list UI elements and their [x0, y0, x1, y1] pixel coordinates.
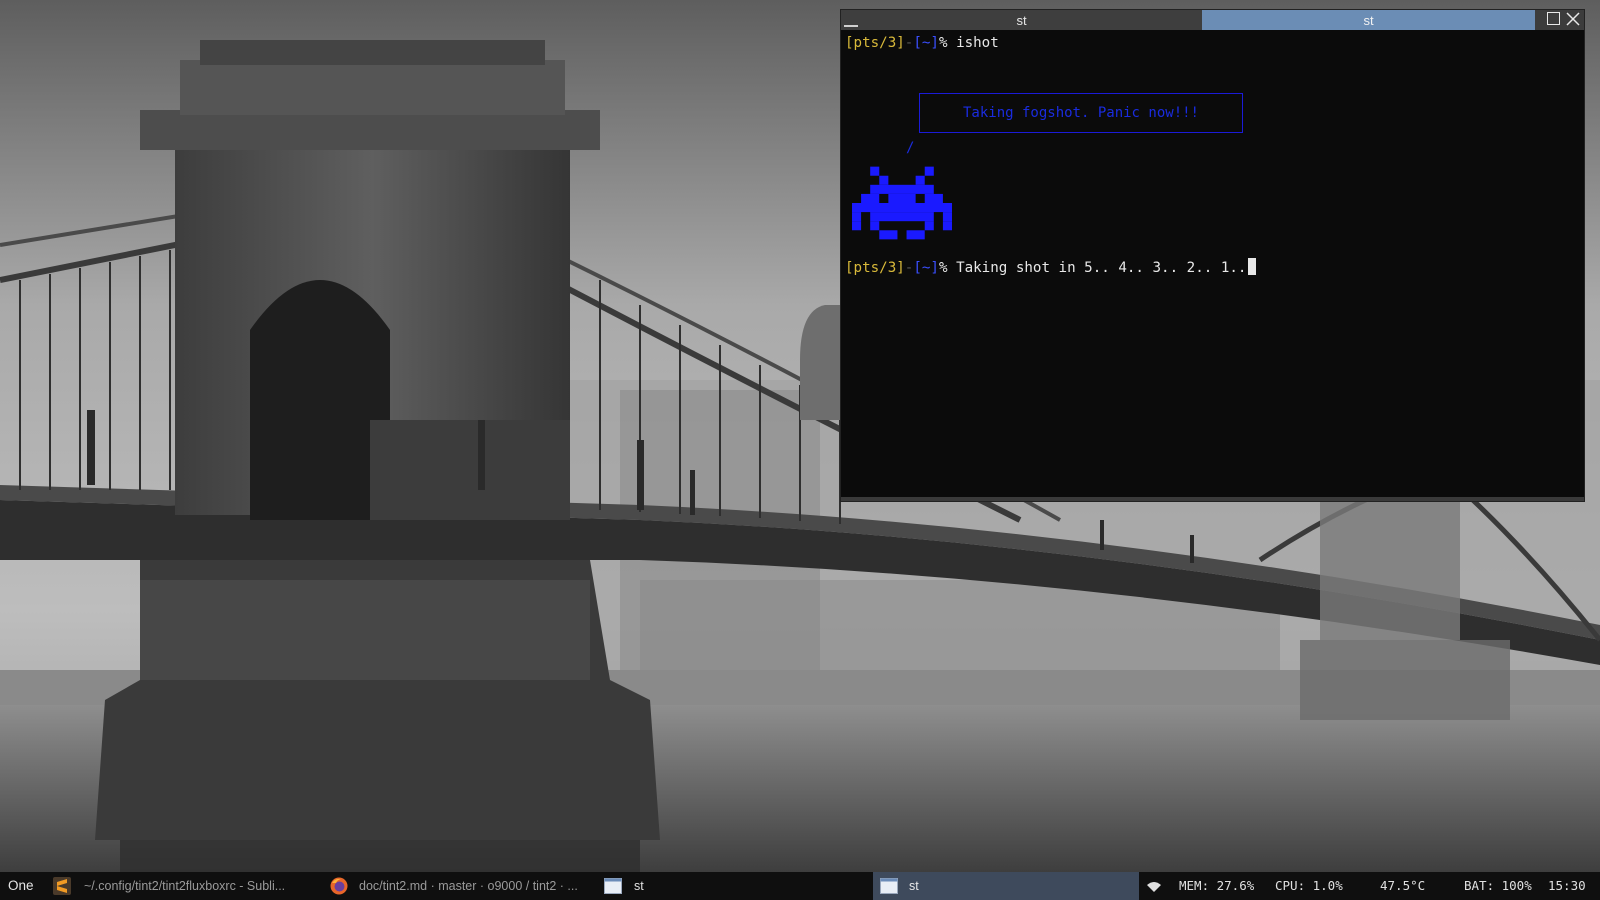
terminal-window[interactable]: st st [pts/3]-[~]% ishot Taking fogshot.…	[841, 10, 1584, 501]
tab-st-2[interactable]: st	[1202, 10, 1535, 30]
prompt-dir: [~]	[913, 35, 939, 51]
prompt-symbol: %	[938, 35, 948, 51]
task-firefox-label[interactable]: doc/tint2.md · master · o9000 / tint2 · …	[359, 872, 591, 900]
battery-status: BAT: 100%	[1464, 878, 1532, 893]
cpu-usage: CPU: 1.0%	[1275, 878, 1343, 893]
memory-usage: MEM: 27.6%	[1179, 878, 1255, 893]
countdown-text: Taking shot in 5.. 4.. 3.. 2.. 1..	[956, 260, 1247, 276]
space-invader-icon	[852, 166, 952, 240]
cpu-temperature: 47.5°C	[1380, 878, 1426, 893]
task-st-active-label[interactable]: st	[909, 872, 969, 900]
maximize-button[interactable]	[1547, 12, 1560, 25]
command-text: ishot	[956, 35, 999, 51]
bubble-tail: /	[906, 140, 915, 156]
terminal-window-icon[interactable]	[604, 877, 622, 895]
minimize-button[interactable]	[844, 25, 858, 27]
taskbar: One ~/.config/tint2/tint2fluxboxrc - Sub…	[0, 872, 1600, 900]
task-st-label[interactable]: st	[634, 872, 694, 900]
close-icon[interactable]	[1565, 11, 1581, 27]
terminal-window-icon[interactable]	[880, 877, 898, 895]
prompt-dir: [~]	[913, 260, 939, 276]
command-line-1: [pts/3]-[~]% ishot	[845, 34, 999, 52]
window-titlebar[interactable]: st st	[841, 10, 1584, 30]
window-bottom-border[interactable]	[841, 497, 1584, 501]
terminal-output[interactable]: [pts/3]-[~]% ishot Taking fogshot. Panic…	[841, 30, 1584, 497]
clock[interactable]: 15:30	[1548, 872, 1586, 900]
sublime-text-icon[interactable]	[53, 877, 71, 895]
prompt-tty: [pts/3]	[845, 260, 905, 276]
tab-st-1[interactable]: st	[841, 10, 1202, 30]
prompt-tty: [pts/3]	[845, 35, 905, 51]
prompt-symbol: %	[938, 260, 948, 276]
firefox-icon[interactable]	[330, 877, 348, 895]
command-line-2: [pts/3]-[~]% Taking shot in 5.. 4.. 3.. …	[845, 258, 1257, 277]
speech-bubble: Taking fogshot. Panic now!!!	[919, 93, 1243, 133]
workspace-label[interactable]: One	[8, 872, 48, 900]
wifi-icon[interactable]	[1146, 880, 1162, 893]
task-sublime-label[interactable]: ~/.config/tint2/tint2fluxboxrc - Subli..…	[84, 872, 306, 900]
text-cursor	[1248, 258, 1257, 275]
